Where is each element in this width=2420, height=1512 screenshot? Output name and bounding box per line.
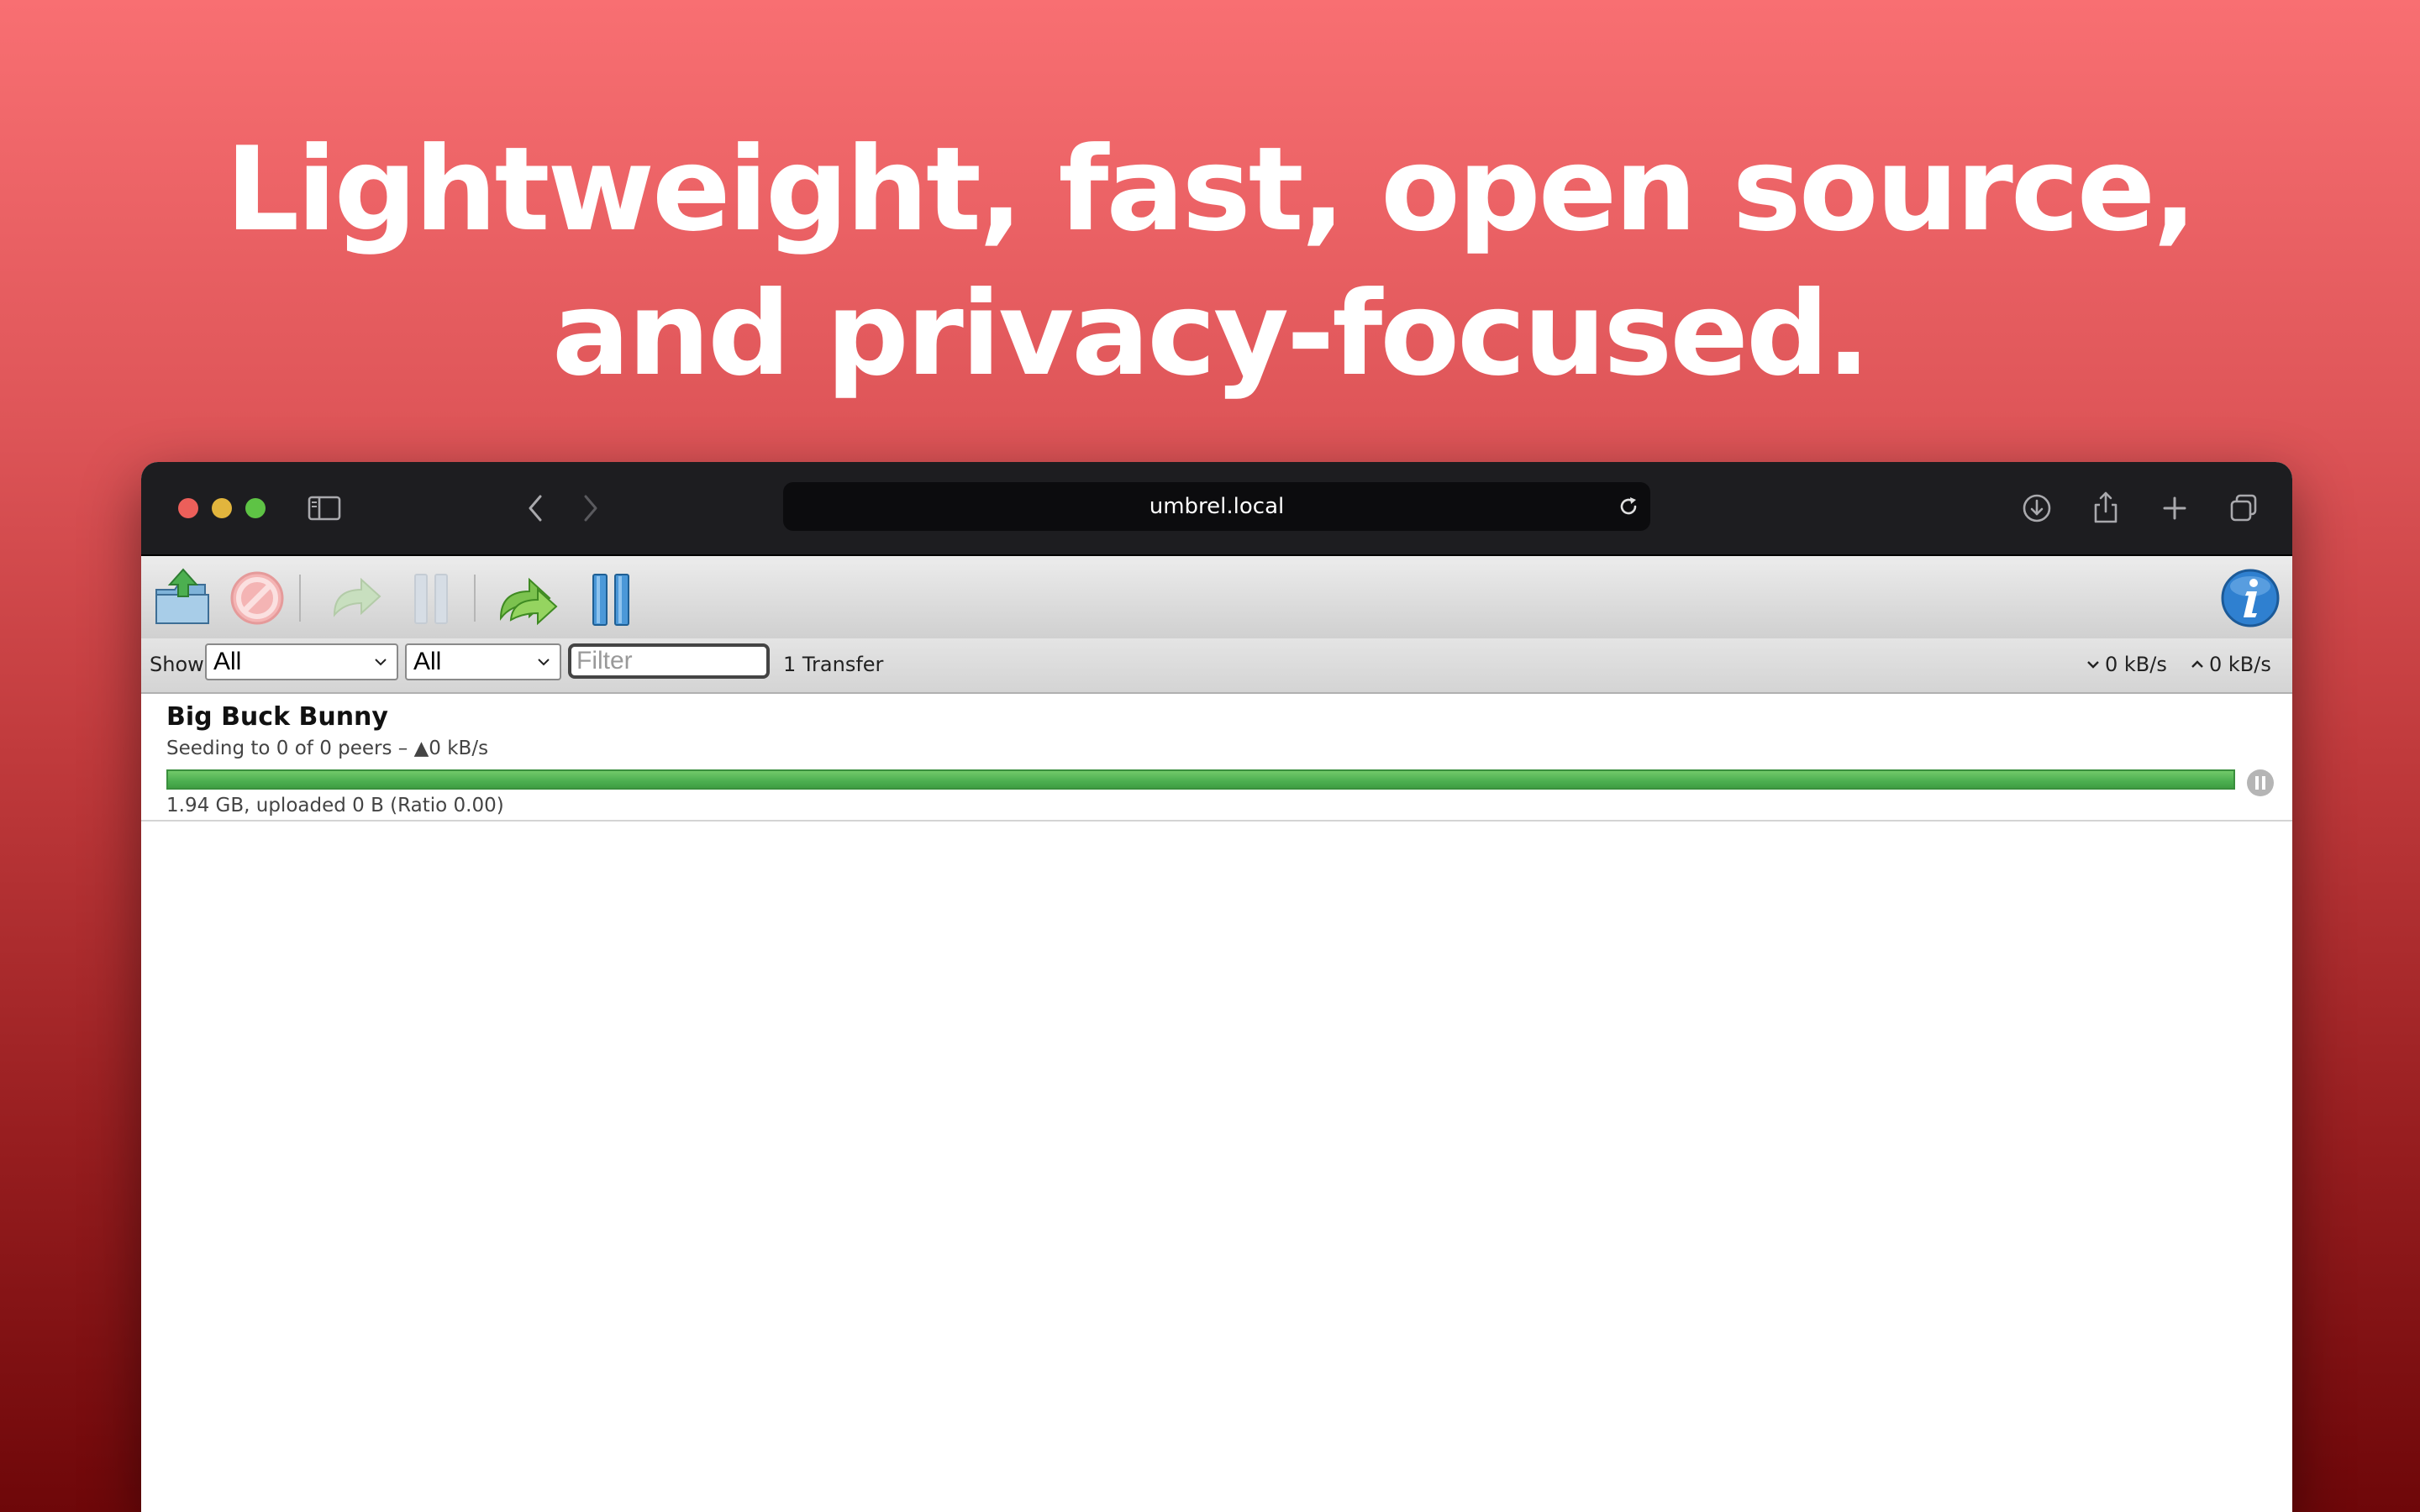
inspector-info-icon[interactable] [2217, 564, 2284, 632]
download-icon[interactable] [2017, 488, 2057, 528]
torrent-pause-button[interactable] [2246, 769, 2275, 797]
toolbar-separator [474, 575, 476, 622]
download-speed-value: 0 kB/s [2105, 653, 2167, 676]
upload-speed: 0 kB/s [2190, 638, 2271, 690]
torrent-progress-bar [166, 769, 2235, 790]
forward-icon[interactable] [570, 488, 610, 528]
tabs-overview-icon[interactable] [2223, 488, 2264, 528]
torrent-status: Seeding to 0 of 0 peers – ▲0 kB/s [166, 738, 489, 759]
torrent-progress-fill [168, 771, 2233, 788]
tracker-filter-value: All [413, 648, 442, 675]
chevron-down-icon [371, 653, 390, 671]
back-icon[interactable] [516, 488, 556, 528]
state-filter-select[interactable]: All [205, 643, 398, 680]
pause-icon[interactable] [398, 564, 466, 632]
headline-line-2: and privacy-focused. [551, 266, 1870, 402]
filter-bar: Show All All 1 Transfer 0 kB/s 0 kB/s [141, 638, 2292, 694]
torrent-details: 1.94 GB, uploaded 0 B (Ratio 0.00) [166, 795, 504, 816]
zoom-window-button[interactable] [245, 498, 266, 518]
torrent-name: Big Buck Bunny [166, 702, 388, 732]
browser-window: umbrel.local Show All All Filter 1 Trans… [141, 462, 2292, 1512]
resume-all-icon[interactable] [494, 564, 561, 632]
minimize-window-button[interactable] [212, 498, 232, 518]
download-arrow-icon [2087, 661, 2099, 669]
torrent-row[interactable]: Big Buck Bunny Seeding to 0 of 0 peers –… [141, 694, 2292, 822]
download-speed: 0 kB/s [2086, 638, 2167, 690]
toolbar-separator [299, 575, 301, 622]
pause-all-icon[interactable] [578, 564, 645, 632]
transfer-count: 1 Transfer [783, 653, 884, 676]
transmission-toolbar [141, 556, 2292, 638]
sidebar-icon[interactable] [304, 488, 345, 528]
upload-arrow-icon [2191, 660, 2203, 668]
address-bar[interactable]: umbrel.local [783, 482, 1650, 531]
headline: Lightweight, fast, open source, and priv… [0, 118, 2420, 407]
filter-input[interactable] [568, 643, 770, 679]
headline-line-1: Lightweight, fast, open source, [225, 122, 2196, 257]
reload-icon[interactable] [1615, 493, 1642, 520]
open-torrent-icon[interactable] [150, 564, 217, 632]
state-filter-value: All [213, 648, 242, 675]
new-tab-icon[interactable] [2154, 488, 2195, 528]
resume-icon[interactable] [323, 564, 390, 632]
browser-titlebar: umbrel.local [141, 462, 2292, 556]
chevron-down-icon [534, 653, 553, 671]
url-text: umbrel.local [1149, 494, 1285, 519]
upload-speed-value: 0 kB/s [2209, 653, 2271, 676]
show-label: Show [150, 653, 204, 676]
share-icon[interactable] [2086, 488, 2126, 528]
pause-circle-icon [2247, 769, 2274, 796]
remove-icon[interactable] [224, 564, 291, 632]
close-window-button[interactable] [178, 498, 198, 518]
tracker-filter-select[interactable]: All [405, 643, 561, 680]
